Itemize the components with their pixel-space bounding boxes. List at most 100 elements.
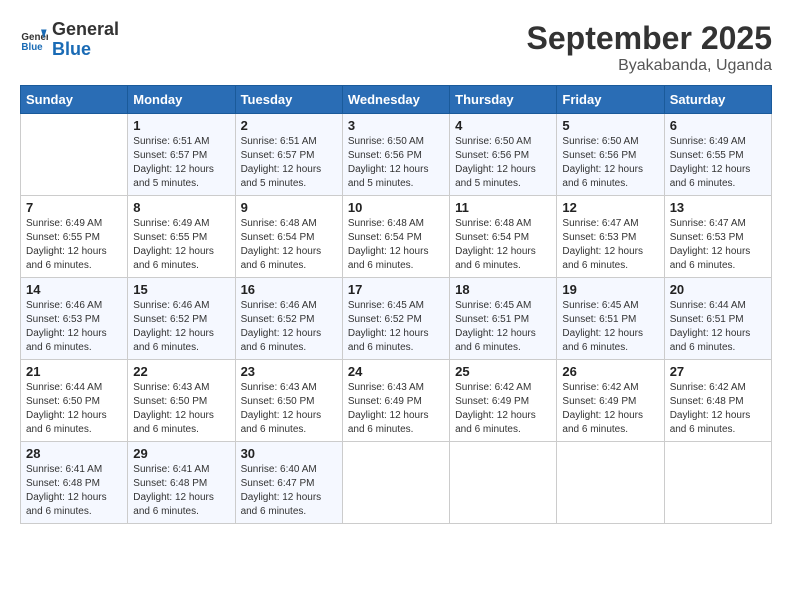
day-number: 7 — [26, 200, 122, 215]
logo-general: General — [52, 20, 119, 40]
day-number: 20 — [670, 282, 766, 297]
day-number: 24 — [348, 364, 444, 379]
day-info: Sunrise: 6:42 AMSunset: 6:49 PMDaylight:… — [455, 381, 551, 437]
day-info: Sunrise: 6:48 AMSunset: 6:54 PMDaylight:… — [241, 217, 337, 273]
calendar-cell: 23 Sunrise: 6:43 AMSunset: 6:50 PMDayligh… — [235, 360, 342, 442]
day-info: Sunrise: 6:40 AMSunset: 6:47 PMDaylight:… — [241, 463, 337, 519]
calendar-week-row: 28 Sunrise: 6:41 AMSunset: 6:48 PMDayligh… — [21, 442, 772, 524]
calendar-cell: 17Sunrise: 6:45 AMSunset: 6:52 PMDayligh… — [342, 278, 449, 360]
calendar-table: Sunday Monday Tuesday Wednesday Thursday… — [20, 85, 772, 524]
day-number: 3 — [348, 118, 444, 133]
day-info: Sunrise: 6:47 AMSunset: 6:53 PMDaylight:… — [562, 217, 658, 273]
day-number: 18 — [455, 282, 551, 297]
day-number: 5 — [562, 118, 658, 133]
day-number: 17 — [348, 282, 444, 297]
day-number: 28 — [26, 446, 122, 461]
day-number: 25 — [455, 364, 551, 379]
day-number: 23 — [241, 364, 337, 379]
day-info: Sunrise: 6:41 AMSunset: 6:48 PMDaylight:… — [133, 463, 229, 519]
day-info: Sunrise: 6:42 AMSunset: 6:49 PMDaylight:… — [562, 381, 658, 437]
page-header: General Blue General Blue September 2025… — [20, 20, 772, 75]
col-saturday: Saturday — [664, 86, 771, 114]
day-info: Sunrise: 6:43 AMSunset: 6:50 PMDaylight:… — [133, 381, 229, 437]
day-info: Sunrise: 6:46 AMSunset: 6:53 PMDaylight:… — [26, 299, 122, 355]
calendar-body: 1Sunrise: 6:51 AMSunset: 6:57 PMDaylight… — [21, 114, 772, 524]
calendar-header: Sunday Monday Tuesday Wednesday Thursday… — [21, 86, 772, 114]
calendar-cell: 16Sunrise: 6:46 AMSunset: 6:52 PMDayligh… — [235, 278, 342, 360]
calendar-cell: 22 Sunrise: 6:43 AMSunset: 6:50 PMDayligh… — [128, 360, 235, 442]
calendar-cell — [557, 442, 664, 524]
day-number: 29 — [133, 446, 229, 461]
col-sunday: Sunday — [21, 86, 128, 114]
calendar-cell — [664, 442, 771, 524]
day-info: Sunrise: 6:48 AMSunset: 6:54 PMDaylight:… — [455, 217, 551, 273]
day-info: Sunrise: 6:42 AMSunset: 6:48 PMDaylight:… — [670, 381, 766, 437]
calendar-cell: 30 Sunrise: 6:40 AMSunset: 6:47 PMDayligh… — [235, 442, 342, 524]
day-info: Sunrise: 6:44 AMSunset: 6:50 PMDaylight:… — [26, 381, 122, 437]
day-info: Sunrise: 6:49 AMSunset: 6:55 PMDaylight:… — [133, 217, 229, 273]
calendar-cell: 3 Sunrise: 6:50 AMSunset: 6:56 PMDaylight… — [342, 114, 449, 196]
day-info: Sunrise: 6:51 AMSunset: 6:57 PMDaylight:… — [133, 135, 229, 191]
calendar-cell: 8 Sunrise: 6:49 AMSunset: 6:55 PMDaylight… — [128, 196, 235, 278]
svg-text:Blue: Blue — [21, 42, 43, 53]
calendar-cell: 12 Sunrise: 6:47 AMSunset: 6:53 PMDayligh… — [557, 196, 664, 278]
day-info: Sunrise: 6:50 AMSunset: 6:56 PMDaylight:… — [348, 135, 444, 191]
calendar-cell: 21 Sunrise: 6:44 AMSunset: 6:50 PMDayligh… — [21, 360, 128, 442]
col-friday: Friday — [557, 86, 664, 114]
calendar-cell: 20 Sunrise: 6:44 AMSunset: 6:51 PMDayligh… — [664, 278, 771, 360]
day-info: Sunrise: 6:44 AMSunset: 6:51 PMDaylight:… — [670, 299, 766, 355]
month-title: September 2025 — [527, 20, 772, 57]
calendar-cell — [450, 442, 557, 524]
day-number: 6 — [670, 118, 766, 133]
calendar-cell: 29 Sunrise: 6:41 AMSunset: 6:48 PMDayligh… — [128, 442, 235, 524]
calendar-week-row: 21 Sunrise: 6:44 AMSunset: 6:50 PMDayligh… — [21, 360, 772, 442]
calendar-cell: 7 Sunrise: 6:49 AMSunset: 6:55 PMDaylight… — [21, 196, 128, 278]
day-number: 11 — [455, 200, 551, 215]
calendar-cell: 28 Sunrise: 6:41 AMSunset: 6:48 PMDayligh… — [21, 442, 128, 524]
calendar-cell — [342, 442, 449, 524]
day-info: Sunrise: 6:41 AMSunset: 6:48 PMDaylight:… — [26, 463, 122, 519]
day-info: Sunrise: 6:48 AMSunset: 6:54 PMDaylight:… — [348, 217, 444, 273]
day-number: 19 — [562, 282, 658, 297]
calendar-week-row: 1Sunrise: 6:51 AMSunset: 6:57 PMDaylight… — [21, 114, 772, 196]
calendar-cell: 25 Sunrise: 6:42 AMSunset: 6:49 PMDayligh… — [450, 360, 557, 442]
calendar-cell: 27 Sunrise: 6:42 AMSunset: 6:48 PMDayligh… — [664, 360, 771, 442]
day-info: Sunrise: 6:49 AMSunset: 6:55 PMDaylight:… — [26, 217, 122, 273]
col-wednesday: Wednesday — [342, 86, 449, 114]
day-number: 30 — [241, 446, 337, 461]
col-monday: Monday — [128, 86, 235, 114]
day-info: Sunrise: 6:46 AMSunset: 6:52 PMDaylight:… — [241, 299, 337, 355]
calendar-cell: 2 Sunrise: 6:51 AMSunset: 6:57 PMDaylight… — [235, 114, 342, 196]
day-info: Sunrise: 6:51 AMSunset: 6:57 PMDaylight:… — [241, 135, 337, 191]
day-number: 22 — [133, 364, 229, 379]
calendar-cell: 6 Sunrise: 6:49 AMSunset: 6:55 PMDaylight… — [664, 114, 771, 196]
calendar-cell: 18Sunrise: 6:45 AMSunset: 6:51 PMDayligh… — [450, 278, 557, 360]
col-tuesday: Tuesday — [235, 86, 342, 114]
day-number: 12 — [562, 200, 658, 215]
day-number: 14 — [26, 282, 122, 297]
day-number: 8 — [133, 200, 229, 215]
calendar-cell: 26Sunrise: 6:42 AMSunset: 6:49 PMDayligh… — [557, 360, 664, 442]
calendar-cell: 24Sunrise: 6:43 AMSunset: 6:49 PMDayligh… — [342, 360, 449, 442]
calendar-cell: 14 Sunrise: 6:46 AMSunset: 6:53 PMDayligh… — [21, 278, 128, 360]
title-block: September 2025 Byakabanda, Uganda — [527, 20, 772, 75]
day-number: 9 — [241, 200, 337, 215]
calendar-cell: 10 Sunrise: 6:48 AMSunset: 6:54 PMDayligh… — [342, 196, 449, 278]
day-number: 21 — [26, 364, 122, 379]
calendar-cell: 5 Sunrise: 6:50 AMSunset: 6:56 PMDaylight… — [557, 114, 664, 196]
day-number: 15 — [133, 282, 229, 297]
day-number: 13 — [670, 200, 766, 215]
day-number: 4 — [455, 118, 551, 133]
day-info: Sunrise: 6:47 AMSunset: 6:53 PMDaylight:… — [670, 217, 766, 273]
calendar-cell: 1Sunrise: 6:51 AMSunset: 6:57 PMDaylight… — [128, 114, 235, 196]
day-number: 2 — [241, 118, 337, 133]
day-info: Sunrise: 6:43 AMSunset: 6:50 PMDaylight:… — [241, 381, 337, 437]
day-info: Sunrise: 6:49 AMSunset: 6:55 PMDaylight:… — [670, 135, 766, 191]
calendar-cell: 9 Sunrise: 6:48 AMSunset: 6:54 PMDaylight… — [235, 196, 342, 278]
day-info: Sunrise: 6:50 AMSunset: 6:56 PMDaylight:… — [562, 135, 658, 191]
calendar-cell: 4Sunrise: 6:50 AMSunset: 6:56 PMDaylight… — [450, 114, 557, 196]
day-number: 27 — [670, 364, 766, 379]
col-thursday: Thursday — [450, 86, 557, 114]
header-row: Sunday Monday Tuesday Wednesday Thursday… — [21, 86, 772, 114]
day-number: 10 — [348, 200, 444, 215]
